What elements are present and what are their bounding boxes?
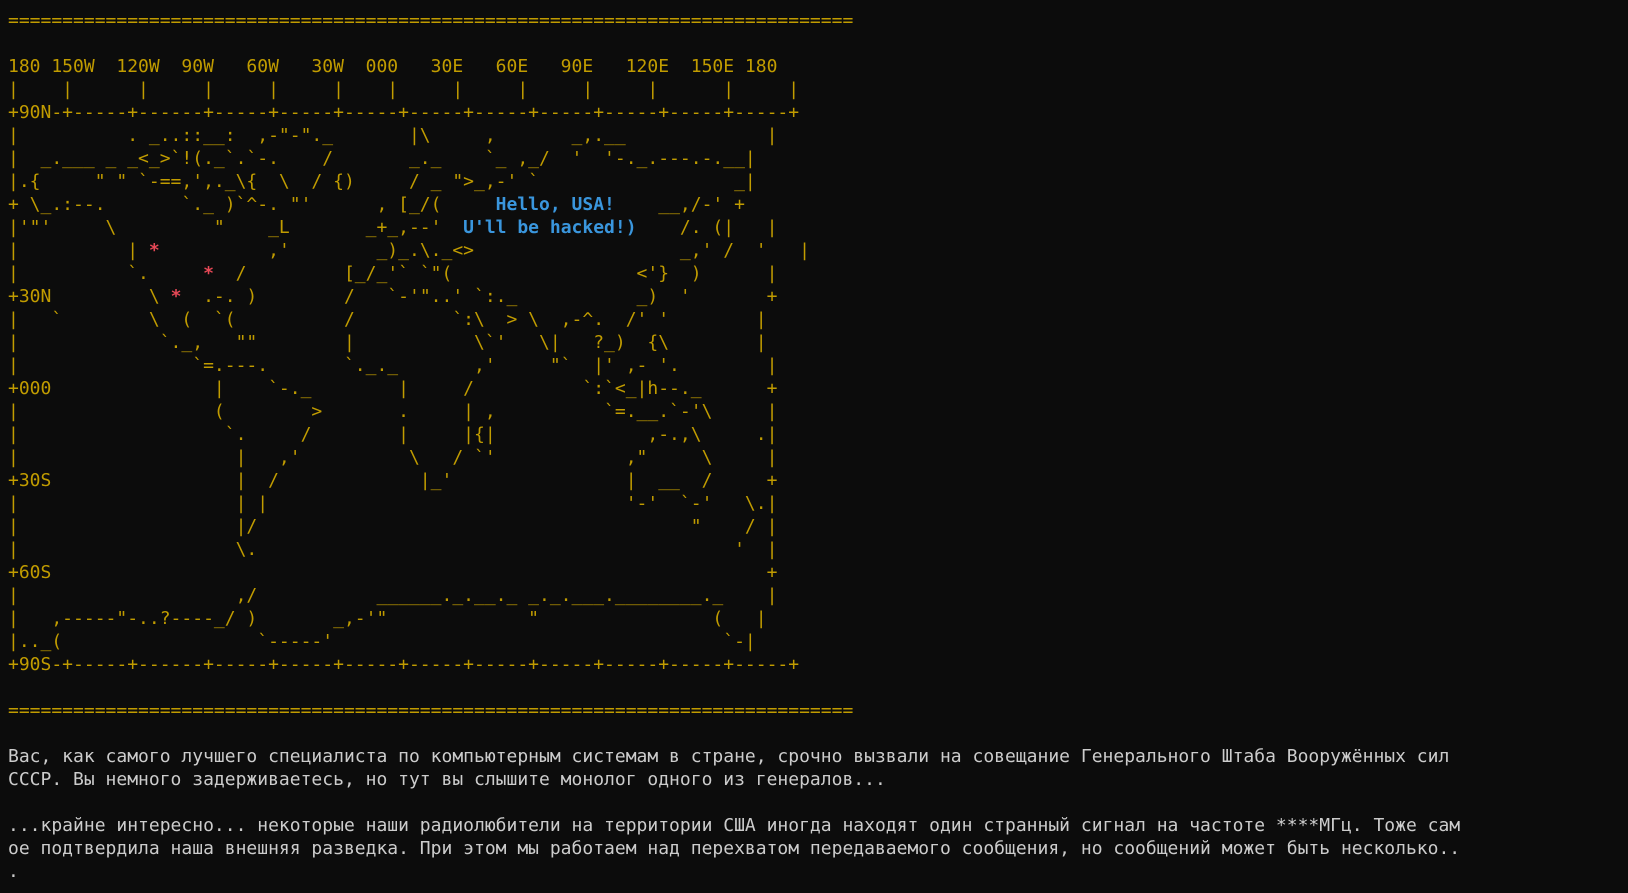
map-row: | `=.---. `._._ ,' "` |' ,- '. | — [8, 354, 1628, 377]
map-segment: __,/-' + — [614, 194, 745, 215]
story-line: . — [8, 861, 19, 882]
map-segment: | _.___ _ _<_>`!(._`.`-. / _._ `_ ,_/ ' … — [8, 148, 756, 169]
map-row: +000 | `-._ | / `:`<_|h--._ + — [8, 377, 1628, 400]
map-segment: | `. — [8, 263, 204, 284]
map-segment: | \. ' | — [8, 539, 778, 560]
map-row: +90N-+-----+------+-----+-----+-----+---… — [8, 101, 1628, 124]
top-border: ========================================… — [8, 10, 854, 31]
map-row: | `. * / [_/_'` `"( <'} ) | — [8, 262, 1628, 285]
story-line: ...крайне интересно... некоторые наши ра… — [8, 815, 1461, 836]
target-marker: * — [148, 240, 160, 261]
map-row: | ,-----"-..?----_/ ) _,-'" " ( | — [8, 607, 1628, 630]
map-segment: |'"' \ " _L _+_,--' — [8, 217, 464, 238]
map-segment: | |/ " / | — [8, 516, 778, 537]
story-line: СССР. Вы немного задерживаетесь, но тут … — [8, 769, 886, 790]
map-segment: | | | '-' `-' \.| — [8, 493, 778, 514]
map-row: + \_.:--. `._ )`^-. "' , [_/( Hello, USA… — [8, 193, 1628, 216]
map-row: +30S | / |_' | __ / + — [8, 469, 1628, 492]
map-row: |.{ " " `-==,',._\{ \ / {) / _ ">_,-' ` … — [8, 170, 1628, 193]
map-segment: | ( > . | , `=.__.`-'\ | — [8, 401, 778, 422]
map-row: | _.___ _ _<_>`!(._`.`-. / _._ `_ ,_/ ' … — [8, 147, 1628, 170]
map-row: | | * ,' _)_.\._<> _,' / ' | — [8, 239, 1628, 262]
map-segment: +30N \ — [8, 286, 171, 307]
bottom-border: ========================================… — [8, 700, 854, 721]
map-row: +90S-+-----+------+-----+-----+-----+---… — [8, 653, 1628, 676]
map-row: | |/ " / | — [8, 515, 1628, 538]
map-row: +60S + — [8, 561, 1628, 584]
map-segment: | ` \ ( `( / `:\ > \ ,-^. /' ' | — [8, 309, 767, 330]
map-row: | \. ' | — [8, 538, 1628, 561]
map-segment: | ,-----"-..?----_/ ) _,-'" " ( | — [8, 608, 767, 629]
map-row: |'"' \ " _L _+_,--' U'll be hacked!) /. … — [8, 216, 1628, 239]
map-row: | ( > . | , `=.__.`-'\ | — [8, 400, 1628, 423]
map-segment: +000 | `-._ | / `:`<_|h--._ + — [8, 378, 778, 399]
map-segment: .-. ) / `-'"..' `:._ _) ' + — [181, 286, 778, 307]
map-segment: | ,/ ______._.__._ _._.___.________._ | — [8, 585, 778, 606]
map-segment: /. (| | — [636, 217, 778, 238]
longitude-labels: 180 150W 120W 90W 60W 30W 000 30E 60E 90… — [8, 56, 778, 77]
story-line: Вас, как самого лучшего специалиста по к… — [8, 746, 1450, 767]
map-segment: |.._( `-----' `-| — [8, 631, 756, 652]
terminal-window: ========================================… — [0, 0, 1628, 893]
map-segment: | `. / | |{| ,-.,\ .| — [8, 424, 778, 445]
map-segment: + \_.:--. `._ )`^-. "' , [_/( — [8, 194, 496, 215]
map-segment: / [_/_'` `"( <'} ) | — [213, 263, 778, 284]
map-segment: +90N-+-----+------+-----+-----+-----+---… — [8, 102, 800, 123]
map-segment: |.{ " " `-==,',._\{ \ / {) / _ ">_,-' ` … — [8, 171, 756, 192]
map-row: | ` \ ( `( / `:\ > \ ,-^. /' ' | — [8, 308, 1628, 331]
map-segment: | | ,' \ / `' ," \ | — [8, 447, 778, 468]
target-marker: * — [170, 286, 182, 307]
target-marker: * — [203, 263, 214, 284]
map-row: | | ,' \ / `' ," \ | — [8, 446, 1628, 469]
map-segment: | . _..::__: ,-"-"._ |\ , _,.__ | — [8, 125, 778, 146]
story-line: ое подтвердила наша внешняя разведка. Пр… — [8, 838, 1461, 859]
map-row: | `._, "" | \`' \| ?_) {\ | — [8, 331, 1628, 354]
hello-message: Hello, USA! — [495, 194, 615, 215]
map-segment: +90S-+-----+------+-----+-----+-----+---… — [8, 654, 800, 675]
map-segment: +30S | / |_' | __ / + — [8, 470, 778, 491]
map-row: | `. / | |{| ,-.,\ .| — [8, 423, 1628, 446]
map-segment: ,' _)_.\._<> _,' / ' | — [159, 240, 810, 261]
map-row: | ,/ ______._.__._ _._.___.________._ | — [8, 584, 1628, 607]
map-segment: | | — [8, 240, 149, 261]
map-segment: +60S + — [8, 562, 778, 583]
map-row: | . _..::__: ,-"-"._ |\ , _,.__ | — [8, 124, 1628, 147]
map-segment: | `._, "" | \`' \| ?_) {\ | — [8, 332, 767, 353]
longitude-ticks: | | | | | | | | | | | | | — [8, 79, 800, 100]
map-row: +30N \ * .-. ) / `-'"..' `:._ _) ' + — [8, 285, 1628, 308]
map-row: | | | '-' `-' \.| — [8, 492, 1628, 515]
map-segment: | `=.---. `._._ ,' "` |' ,- '. | — [8, 355, 778, 376]
ascii-world-map: +90N-+-----+------+-----+-----+-----+---… — [8, 101, 1628, 676]
hello-message: U'll be hacked!) — [463, 217, 637, 238]
map-row: |.._( `-----' `-| — [8, 630, 1628, 653]
